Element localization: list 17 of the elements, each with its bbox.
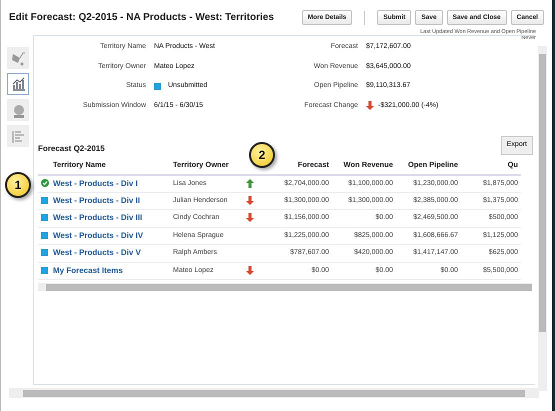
territory-link[interactable]: West - Products - Div V: [53, 248, 141, 258]
window-title: Edit Forecast: Q2-2015 - NA Products - West: Territories: [9, 11, 275, 26]
territory-link[interactable]: West - Products - Div I: [53, 178, 138, 188]
territory-link[interactable]: West - Products - Div IV: [53, 230, 144, 240]
section-title: Forecast Q2-2015: [38, 142, 105, 155]
horizontal-scrollbar[interactable]: [9, 388, 539, 398]
side-tab[interactable]: [7, 125, 29, 148]
cart-icon: [10, 50, 26, 67]
side-tab[interactable]: [7, 47, 29, 70]
callout-marker: 1: [5, 172, 31, 198]
side-tab[interactable]: [7, 99, 29, 122]
territory-link[interactable]: My Forecast Items: [53, 266, 123, 275]
horizontal-scrollbar[interactable]: [38, 283, 532, 292]
side-tab[interactable]: [7, 73, 29, 96]
vertical-scrollbar[interactable]: [538, 46, 547, 391]
territory-link[interactable]: West - Products - Div III: [53, 213, 142, 222]
territory-link[interactable]: West - Products - Div II: [53, 196, 140, 205]
